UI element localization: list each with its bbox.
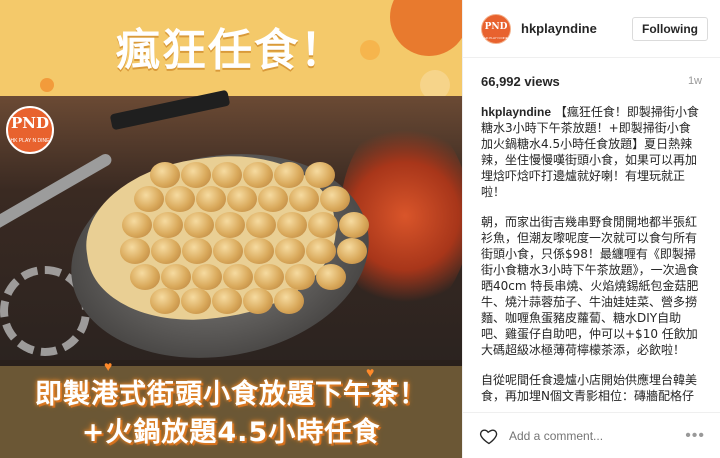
egg-bubble bbox=[130, 264, 160, 290]
egg-bubble bbox=[161, 264, 191, 290]
media-subtitle-line-2: +火鍋放題4.5小時任食 bbox=[81, 417, 381, 448]
egg-bubble bbox=[213, 238, 243, 264]
egg-bubble bbox=[305, 162, 335, 188]
egg-bubble bbox=[316, 264, 346, 290]
decorative-circle bbox=[40, 78, 54, 92]
post-meta: 66,992 views 1w bbox=[463, 58, 720, 104]
post-header: PND HK PLAY N DINE hkplayndine Following bbox=[463, 0, 720, 58]
egg-bubble bbox=[150, 162, 180, 188]
egg-bubble bbox=[150, 288, 180, 314]
egg-bubble bbox=[285, 264, 315, 290]
egg-bubble bbox=[120, 238, 150, 264]
egg-bubble bbox=[243, 288, 273, 314]
avatar[interactable]: PND HK PLAY N DINE bbox=[481, 13, 511, 44]
caption-paragraph: hkplayndine 【瘋狂任食！即製掃街小食糖水3小時下午茶放題！+即製掃街… bbox=[481, 104, 702, 200]
egg-bubble bbox=[165, 186, 195, 212]
egg-bubble bbox=[182, 238, 212, 264]
brand-logo: PND HK PLAY N DINE bbox=[6, 106, 54, 154]
caption-paragraph: 自從呢間任食邊爐小店開始供應埋台韓美食，再加埋N個文青影相位：磚牆配格仔飛行棋枱… bbox=[481, 373, 698, 403]
media-subtitle-line-1: 即製港式街頭小食放題下午茶！ bbox=[35, 379, 427, 410]
egg-bubble bbox=[337, 238, 367, 264]
egg-bubble bbox=[320, 186, 350, 212]
egg-bubble bbox=[308, 212, 338, 238]
egg-bubble bbox=[274, 288, 304, 314]
egg-bubble bbox=[258, 186, 288, 212]
egg-bubble bbox=[275, 238, 305, 264]
egg-bubble bbox=[192, 264, 222, 290]
egg-bubble bbox=[246, 212, 276, 238]
post-age[interactable]: 1w bbox=[688, 75, 702, 87]
brand-logo-subtext: HK PLAY N DINE bbox=[10, 138, 50, 144]
view-count[interactable]: 66,992 views bbox=[481, 74, 560, 89]
egg-bubble bbox=[277, 212, 307, 238]
waffle-photo bbox=[0, 89, 462, 381]
egg-bubble bbox=[212, 162, 242, 188]
account-username[interactable]: hkplayndine bbox=[521, 21, 632, 36]
more-options-icon[interactable]: ••• bbox=[685, 427, 705, 445]
following-button[interactable]: Following bbox=[632, 16, 708, 41]
egg-bubble bbox=[244, 238, 274, 264]
egg-bubble bbox=[134, 186, 164, 212]
egg-bubble bbox=[243, 162, 273, 188]
post-caption: hkplayndine 【瘋狂任食！即製掃街小食糖水3小時下午茶放題！+即製掃街… bbox=[463, 104, 720, 404]
egg-bubble bbox=[223, 264, 253, 290]
egg-bubble bbox=[339, 212, 369, 238]
egg-bubble bbox=[181, 288, 211, 314]
iron-handle bbox=[109, 89, 231, 131]
comment-bar: ••• bbox=[463, 412, 720, 458]
egg-bubble bbox=[274, 162, 304, 188]
egg-bubble bbox=[254, 264, 284, 290]
media-headline: 瘋狂任食！ bbox=[116, 25, 346, 76]
egg-bubble bbox=[181, 162, 211, 188]
comment-input[interactable] bbox=[509, 428, 686, 443]
egg-bubble bbox=[196, 186, 226, 212]
egg-bubble bbox=[227, 186, 257, 212]
caption-text: 【瘋狂任食！即製掃街小食糖水3小時下午茶放題！+即製掃街小食加火鍋糖水4.5小時… bbox=[481, 105, 699, 199]
post-side-panel: PND HK PLAY N DINE hkplayndine Following… bbox=[462, 0, 720, 458]
egg-bubble bbox=[215, 212, 245, 238]
egg-bubble bbox=[289, 186, 319, 212]
egg-bubble bbox=[184, 212, 214, 238]
avatar-text: PND bbox=[484, 21, 508, 32]
egg-bubble bbox=[151, 238, 181, 264]
avatar-subtext: HK PLAY N DINE bbox=[484, 35, 508, 40]
post-media[interactable]: 瘋狂任食！ PND HK PLAY N DINE ♥ ♥ 即製港式街頭小食放題下… bbox=[0, 0, 462, 458]
brand-logo-text: PND bbox=[11, 114, 49, 132]
egg-bubble bbox=[212, 288, 242, 314]
egg-bubble bbox=[306, 238, 336, 264]
egg-bubble bbox=[122, 212, 152, 238]
caption-paragraph: 朝，而家出街吉幾串野食閒開地都半張紅衫魚，但潮友嚟呢度一次就可以食勻所有街頭小食… bbox=[481, 215, 699, 357]
egg-bubble bbox=[153, 212, 183, 238]
caption-username[interactable]: hkplayndine bbox=[481, 105, 551, 119]
heart-icon[interactable] bbox=[479, 426, 499, 446]
